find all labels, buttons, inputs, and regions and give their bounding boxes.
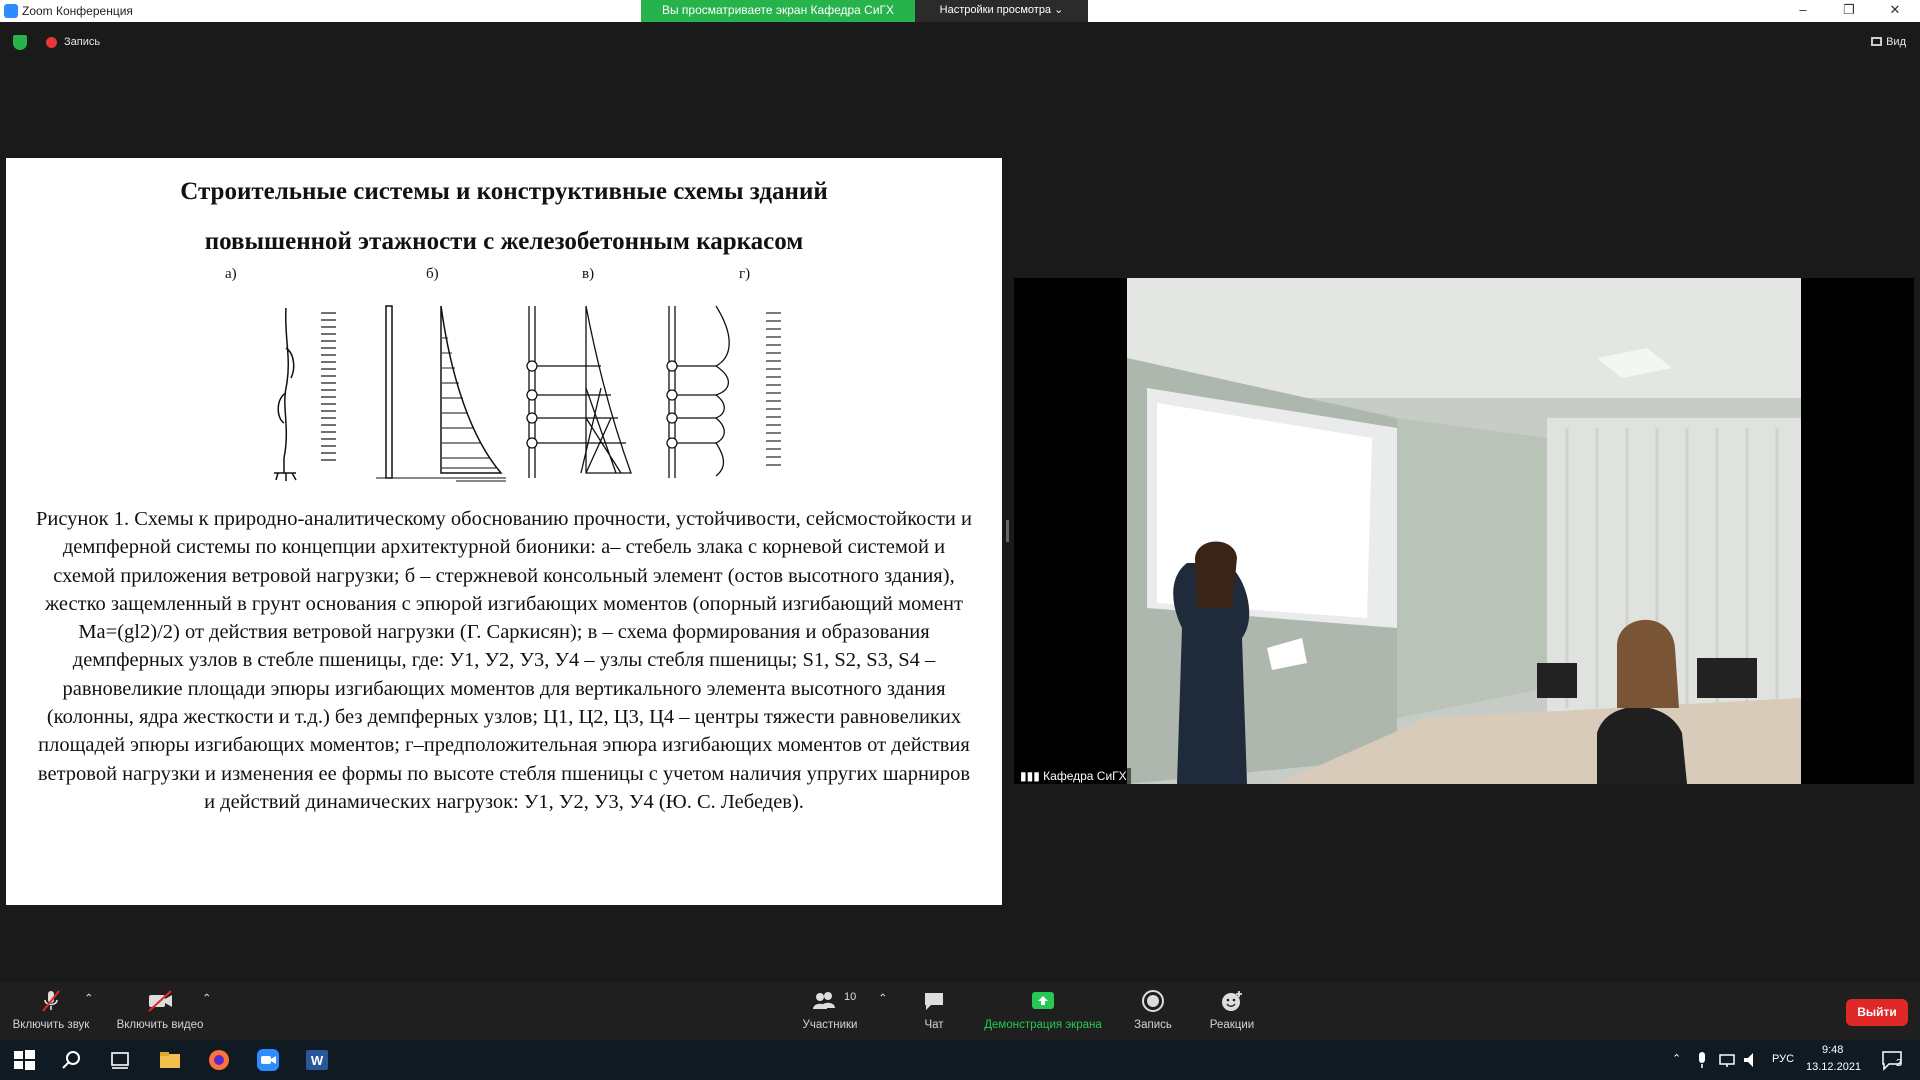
meeting-toolbar: Включить звук ⌃ Включить видео ⌃ 10 Учас… [0, 982, 1920, 1040]
participant-name-label: ▮▮▮ Кафедра СиГХ [1016, 768, 1131, 784]
restore-button[interactable]: ❐ [1826, 0, 1872, 22]
grid-icon [1871, 37, 1883, 46]
reactions-label: Реакции [1209, 1019, 1255, 1031]
video-options-caret-icon[interactable]: ⌃ [202, 991, 212, 1005]
input-language[interactable]: РУС [1772, 1053, 1794, 1065]
close-button[interactable]: ✕ [1872, 0, 1918, 22]
task-view-icon[interactable] [108, 1048, 132, 1072]
file-explorer-icon[interactable] [158, 1048, 182, 1072]
recording-label: Запись [64, 36, 101, 48]
participants-button[interactable]: 10 Участники [790, 989, 870, 1031]
minimize-button[interactable]: – [1780, 0, 1826, 22]
windows-taskbar: W ⌃ РУС 9:48 13.12.2021 2 [0, 1040, 1920, 1080]
tray-overflow-icon[interactable]: ⌃ [1672, 1052, 1681, 1065]
split-resize-handle[interactable] [1006, 520, 1009, 542]
participants-icon: 10 [790, 989, 870, 1013]
figure-label-b: б) [426, 266, 439, 282]
zoom-app-icon [4, 4, 18, 18]
participants-label: Участники [802, 1019, 858, 1031]
window-title: Zoom Конференция [22, 4, 133, 18]
view-button-label: Вид [1886, 36, 1906, 48]
reactions-button[interactable]: Реакции [1202, 989, 1262, 1031]
chat-icon [910, 989, 958, 1013]
share-screen-label: Демонстрация экрана [984, 1019, 1102, 1031]
leave-meeting-button[interactable]: Выйти [1846, 999, 1908, 1026]
clock-date[interactable]: 13.12.2021 [1806, 1061, 1861, 1073]
security-shield-icon[interactable] [13, 35, 27, 50]
shared-screen-slide: Строительные системы и конструктивные сх… [6, 158, 1002, 905]
camera-off-icon [112, 989, 208, 1013]
scheme-b-cantilever [376, 305, 506, 482]
zoom-taskbar-icon[interactable] [256, 1048, 280, 1072]
participants-count: 10 [844, 991, 857, 1003]
search-icon[interactable] [60, 1048, 84, 1072]
unmute-button[interactable]: Включить звук [8, 989, 94, 1031]
signal-bars-icon: ▮▮▮ [1020, 769, 1044, 783]
participant-name: Кафедра СиГХ [1043, 769, 1127, 783]
figure-label-v: в) [582, 266, 595, 282]
figure-caption: Рисунок 1. Схемы к природно-аналитическо… [35, 508, 972, 813]
figure-label-g: г) [739, 266, 751, 282]
share-screen-icon [978, 989, 1108, 1013]
clock-time[interactable]: 9:48 [1822, 1044, 1843, 1056]
unmute-label: Включить звук [12, 1019, 90, 1031]
view-options-label: Настройки просмотра [939, 4, 1052, 16]
slide-title-line2: повышенной этажности с железобетонным ка… [204, 228, 804, 255]
participants-caret-icon[interactable]: ⌃ [878, 991, 888, 1005]
audio-options-caret-icon[interactable]: ⌃ [84, 991, 94, 1005]
chevron-down-icon: ⌄ [1054, 4, 1064, 16]
scheme-g-moments [666, 305, 781, 478]
word-icon[interactable]: W [305, 1048, 329, 1072]
share-screen-button[interactable]: Демонстрация экрана [978, 989, 1108, 1031]
network-icon[interactable] [1718, 1048, 1736, 1072]
microphone-muted-icon [8, 989, 94, 1013]
reactions-smiley-icon [1202, 989, 1262, 1013]
chat-label: Чат [924, 1019, 944, 1031]
svg-text:W: W [311, 1053, 324, 1068]
notification-count: 2 [1896, 1058, 1902, 1069]
view-button[interactable]: Вид [1871, 36, 1906, 48]
participant-video-feed [1127, 278, 1801, 784]
record-button[interactable]: Запись [1128, 989, 1178, 1031]
volume-icon[interactable] [1742, 1048, 1760, 1072]
start-video-label: Включить видео [116, 1019, 204, 1031]
screen-share-banner: Вы просматриваете экран Кафедра СиГХ [641, 0, 915, 22]
scheme-a-stem [274, 307, 336, 481]
chat-button[interactable]: Чат [910, 989, 958, 1031]
recording-indicator-icon [46, 37, 57, 48]
record-label: Запись [1134, 1019, 1172, 1031]
tray-microphone-icon[interactable] [1694, 1048, 1710, 1072]
view-options-dropdown[interactable]: Настройки просмотра ⌄ [915, 0, 1088, 22]
firefox-icon[interactable] [207, 1048, 231, 1072]
scheme-v-nodes [526, 305, 632, 478]
windows-start-icon[interactable] [12, 1048, 36, 1072]
figure-label-a: а) [225, 266, 237, 282]
start-video-button[interactable]: Включить видео [112, 989, 208, 1031]
structural-schemes-figure [274, 305, 781, 482]
slide-title-line1: Строительные системы и конструктивные сх… [180, 178, 828, 205]
record-icon [1128, 989, 1178, 1013]
